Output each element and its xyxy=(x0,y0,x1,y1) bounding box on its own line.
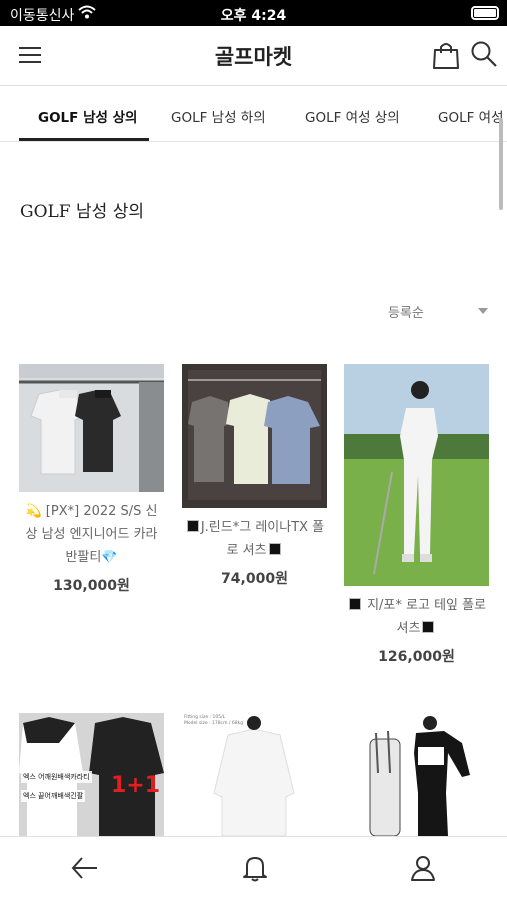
tab-golf-men-bottom[interactable]: GOLF 남성 하의 xyxy=(171,106,266,126)
status-bar: 이동통신사 오후 4:24 xyxy=(0,0,507,26)
app-header: 골프마켓 xyxy=(0,26,507,86)
product-name-text: J.린드*그 레이나TX 폴로 셔츠 xyxy=(200,520,325,558)
sort-label: 등록순 xyxy=(388,306,424,321)
product-image xyxy=(19,364,164,492)
section-title: GOLF 남성 상의 xyxy=(20,202,144,222)
thumb-caption: 엑스 끝어깨배색긴팔 xyxy=(21,790,86,802)
tab-golf-women-top[interactable]: GOLF 여성 상의 xyxy=(305,106,400,126)
black-square-icon xyxy=(422,621,435,633)
black-square-icon xyxy=(348,598,361,610)
chevron-down-icon xyxy=(478,308,488,314)
product-card[interactable]: 엑스 어깨원배색카라티 엑스 끝어깨배색긴팔 1+1 xyxy=(19,713,164,836)
product-card[interactable]: J.린드*그 레이나TX 폴로 셔츠 74,000원 xyxy=(182,364,327,588)
product-price: 130,000원 xyxy=(53,578,130,594)
promo-badge: 1+1 xyxy=(111,773,161,798)
black-square-icon xyxy=(186,520,199,532)
product-image: 엑스 어깨원배색카라티 엑스 끝어깨배색긴팔 1+1 xyxy=(19,713,164,836)
product-image xyxy=(344,713,489,836)
product-price: 74,000원 xyxy=(221,571,288,587)
active-tab-indicator xyxy=(19,138,149,141)
scrollbar[interactable] xyxy=(499,118,503,210)
bottom-nav xyxy=(0,836,507,900)
sparkle-icon: 💫 xyxy=(25,504,42,519)
bell-icon[interactable] xyxy=(240,853,270,883)
category-tabs: GOLF 남성 상의 GOLF 남성 하의 GOLF 여성 상의 GOLF 여성 xyxy=(0,88,507,142)
tab-golf-women[interactable]: GOLF 여성 xyxy=(438,106,504,126)
product-name: 💫 [PX*] 2022 S/S 신상 남성 엔지니어드 카라 반팔티💎 xyxy=(19,500,164,569)
search-icon[interactable] xyxy=(470,40,498,68)
black-square-icon xyxy=(268,543,281,555)
menu-icon[interactable] xyxy=(18,43,42,67)
product-card[interactable]: Fitting size : 105/L Model size : 178cm … xyxy=(182,713,327,836)
product-card[interactable]: 💫 [PX*] 2022 S/S 신상 남성 엔지니어드 카라 반팔티💎 130… xyxy=(19,364,164,595)
product-name-text: [PX*] 2022 S/S 신상 남성 엔지니어드 카라 반팔티 xyxy=(25,504,158,565)
clock: 오후 4:24 xyxy=(220,8,287,24)
user-icon[interactable] xyxy=(408,853,438,883)
back-arrow-icon[interactable] xyxy=(70,853,100,883)
product-price: 126,000원 xyxy=(378,649,455,665)
product-image xyxy=(344,364,489,586)
tab-golf-men-top[interactable]: GOLF 남성 상의 xyxy=(38,106,137,126)
product-card[interactable]: 지/포* 로고 테잎 폴로 셔츠 126,000원 xyxy=(344,364,489,666)
app-title: 골프마켓 xyxy=(214,45,293,69)
thumb-caption: 엑스 어깨원배색카라티 xyxy=(21,771,92,783)
product-name: J.린드*그 레이나TX 폴로 셔츠 xyxy=(182,516,327,562)
product-image: Fitting size : 105/L Model size : 178cm … xyxy=(182,713,327,836)
shopping-bag-icon[interactable] xyxy=(432,40,460,70)
sort-dropdown[interactable]: 등록순 xyxy=(388,302,492,324)
gem-icon: 💎 xyxy=(101,550,118,565)
product-card[interactable] xyxy=(344,713,489,836)
battery-icon xyxy=(471,6,499,20)
product-image xyxy=(182,364,327,508)
product-name: 지/포* 로고 테잎 폴로 셔츠 xyxy=(344,594,489,640)
